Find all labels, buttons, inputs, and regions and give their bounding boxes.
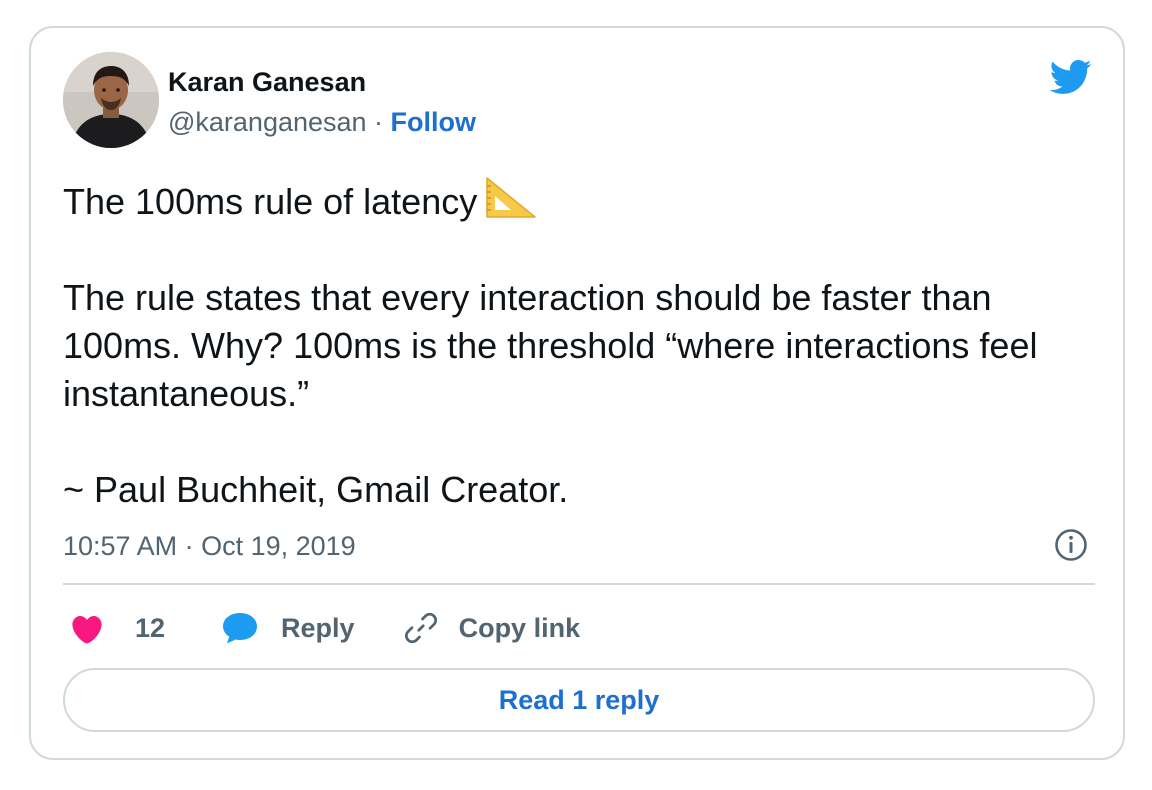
speech-bubble-icon bbox=[223, 613, 258, 644]
link-icon bbox=[404, 612, 437, 644]
like-count: 12 bbox=[135, 612, 166, 643]
tweet-timestamp[interactable]: 10:57 AM · Oct 19, 2019 bbox=[63, 530, 356, 562]
info-icon[interactable] bbox=[1054, 528, 1088, 562]
heart-icon bbox=[72, 615, 102, 644]
author-handle-row: @karanganesan · Follow bbox=[168, 106, 476, 138]
tweet-headline-line: The 100ms rule of latency bbox=[63, 174, 1103, 226]
reply-button[interactable]: Reply bbox=[221, 611, 355, 645]
tweet-attribution: ~ Paul Buchheit, Gmail Creator. bbox=[63, 469, 569, 510]
tweet-paragraph: The rule states that every interaction s… bbox=[63, 277, 1048, 414]
handle-separator: · bbox=[366, 107, 391, 137]
copy-link-button[interactable]: Copy link bbox=[403, 610, 581, 646]
tweet-text: The 100ms rule of latency The rule state… bbox=[63, 174, 1103, 514]
copy-link-label: Copy link bbox=[458, 612, 581, 643]
action-bar: 12 Reply Copy link bbox=[63, 606, 580, 650]
avatar[interactable] bbox=[63, 52, 159, 148]
tweet-headline: The 100ms rule of latency bbox=[63, 181, 478, 222]
like-button[interactable]: 12 bbox=[63, 612, 165, 644]
follow-button[interactable]: Follow bbox=[391, 107, 476, 137]
reply-label: Reply bbox=[281, 612, 355, 643]
author-handle[interactable]: @karanganesan bbox=[168, 107, 367, 137]
triangular-ruler-icon bbox=[486, 177, 536, 218]
twitter-bird-icon[interactable] bbox=[1045, 55, 1095, 99]
divider bbox=[63, 583, 1095, 585]
author-name[interactable]: Karan Ganesan bbox=[168, 66, 366, 98]
tweet-card: Karan Ganesan @karanganesan · Follow The… bbox=[29, 26, 1125, 760]
read-replies-button[interactable]: Read 1 reply bbox=[63, 668, 1095, 732]
